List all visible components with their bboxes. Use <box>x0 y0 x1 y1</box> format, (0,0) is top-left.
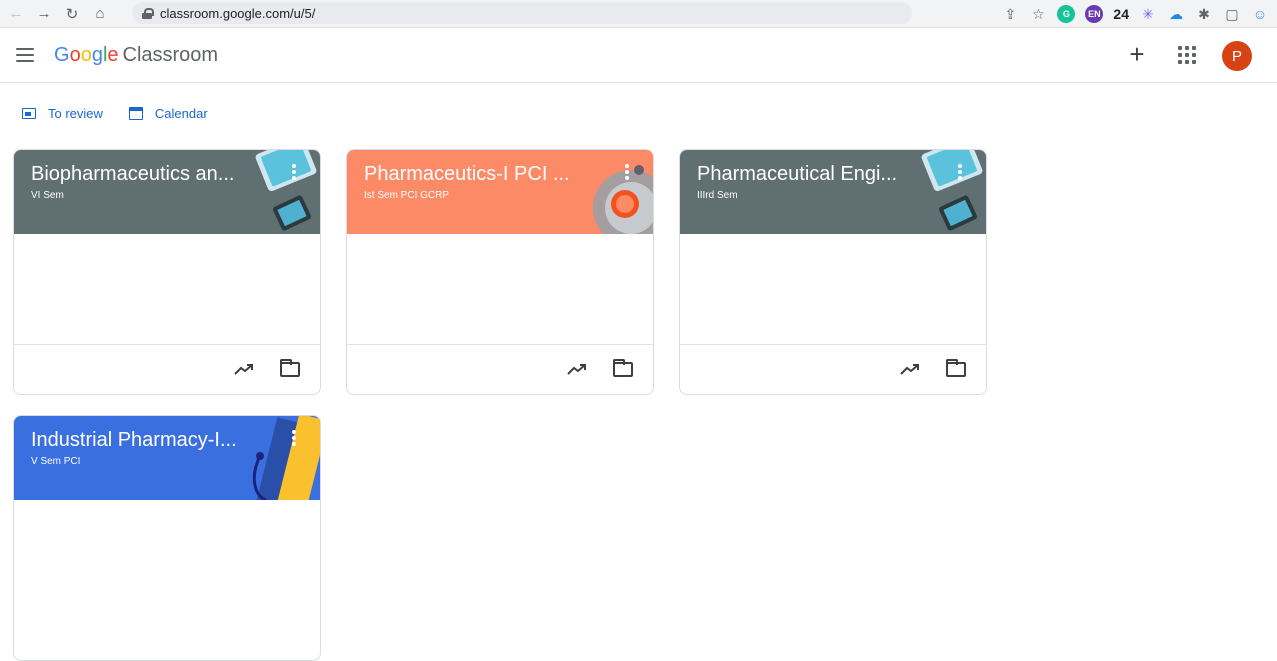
home-icon[interactable]: ⌂ <box>88 2 112 26</box>
class-section: V Sem PCI <box>31 456 81 467</box>
class-section: Ist Sem PCI GCRP <box>364 190 450 201</box>
puzzle-icon[interactable]: ✱ <box>1195 5 1213 23</box>
lock-icon <box>142 7 154 19</box>
google-classroom-logo[interactable]: Google Classroom <box>54 44 218 67</box>
back-icon[interactable]: ← <box>4 2 28 26</box>
class-card-footer <box>14 344 320 394</box>
sidepanel-icon[interactable]: ▢ <box>1223 5 1241 23</box>
product-name: Classroom <box>122 44 219 66</box>
forward-icon[interactable]: → <box>32 2 56 26</box>
browser-toolbar: ← → ↻ ⌂ classroom.google.com/u/5/ ⇪ ☆ G … <box>0 0 1277 28</box>
logo-letter: o <box>69 44 81 66</box>
logo-letter: g <box>91 44 103 66</box>
reload-icon[interactable]: ↻ <box>60 2 84 26</box>
cloud-icon[interactable]: ☁ <box>1167 5 1185 23</box>
class-title[interactable]: Pharmaceutical Engi... <box>697 163 897 186</box>
apps-grid-icon[interactable] <box>1178 46 1196 64</box>
calendar-label: Calendar <box>154 106 208 121</box>
snowflake-icon[interactable]: ✳ <box>1139 5 1157 23</box>
class-card[interactable]: Industrial Pharmacy-I... V Sem PCI <box>13 415 321 661</box>
avatar[interactable]: P <box>1222 41 1252 71</box>
create-join-button[interactable]: + <box>1124 41 1150 68</box>
star-icon[interactable]: ☆ <box>1029 5 1047 23</box>
extensions-area: ⇪ ☆ G EN 24 ✳ ☁ ✱ ▢ ☺ <box>1001 2 1269 26</box>
class-card-header[interactable]: Pharmaceutics-I PCI ... Ist Sem PCI GCRP <box>347 150 653 234</box>
trending-up-icon[interactable] <box>234 362 254 376</box>
class-title[interactable]: Industrial Pharmacy-I... <box>31 429 237 452</box>
class-card-footer <box>680 344 986 394</box>
calendar-link[interactable]: Calendar <box>128 106 208 121</box>
more-vert-icon[interactable] <box>625 164 629 180</box>
class-card-footer <box>347 344 653 394</box>
review-icon <box>22 108 36 119</box>
sub-nav: To review Calendar <box>22 106 234 121</box>
more-vert-icon[interactable] <box>958 164 962 180</box>
share-icon[interactable]: ⇪ <box>1001 5 1019 23</box>
app-header: Google Classroom + P <box>0 28 1277 83</box>
trending-up-icon[interactable] <box>567 362 587 376</box>
folder-icon[interactable] <box>280 359 300 377</box>
logo-letter: o <box>80 44 92 66</box>
calendar-icon <box>128 107 143 120</box>
extension-count[interactable]: 24 <box>1113 5 1129 23</box>
class-card[interactable]: Pharmaceutics-I PCI ... Ist Sem PCI GCRP <box>346 149 654 395</box>
class-title[interactable]: Biopharmaceutics an... <box>31 163 234 186</box>
more-vert-icon[interactable] <box>292 430 296 446</box>
class-section: VI Sem <box>31 190 64 201</box>
more-vert-icon[interactable] <box>292 164 296 180</box>
folder-icon[interactable] <box>946 359 966 377</box>
profile-icon[interactable]: ☺ <box>1251 5 1269 23</box>
folder-icon[interactable] <box>613 359 633 377</box>
class-card[interactable]: Biopharmaceutics an... VI Sem <box>13 149 321 395</box>
trending-up-icon[interactable] <box>900 362 920 376</box>
address-bar[interactable]: classroom.google.com/u/5/ <box>132 2 912 24</box>
menu-icon[interactable] <box>16 48 34 62</box>
class-card-header[interactable]: Biopharmaceutics an... VI Sem <box>14 150 320 234</box>
url-text[interactable]: classroom.google.com/u/5/ <box>160 6 315 21</box>
class-card-header[interactable]: Industrial Pharmacy-I... V Sem PCI <box>14 416 320 500</box>
class-card[interactable]: Pharmaceutical Engi... IIIrd Sem <box>679 149 987 395</box>
class-card-header[interactable]: Pharmaceutical Engi... IIIrd Sem <box>680 150 986 234</box>
en-icon[interactable]: EN <box>1085 5 1104 23</box>
logo-letter: e <box>107 44 119 66</box>
class-section: IIIrd Sem <box>697 190 738 201</box>
to-review-link[interactable]: To review <box>22 106 103 121</box>
to-review-label: To review <box>48 106 103 121</box>
class-title[interactable]: Pharmaceutics-I PCI ... <box>364 163 570 186</box>
logo-letter: G <box>54 44 70 66</box>
grammarly-icon[interactable]: G <box>1057 5 1076 23</box>
